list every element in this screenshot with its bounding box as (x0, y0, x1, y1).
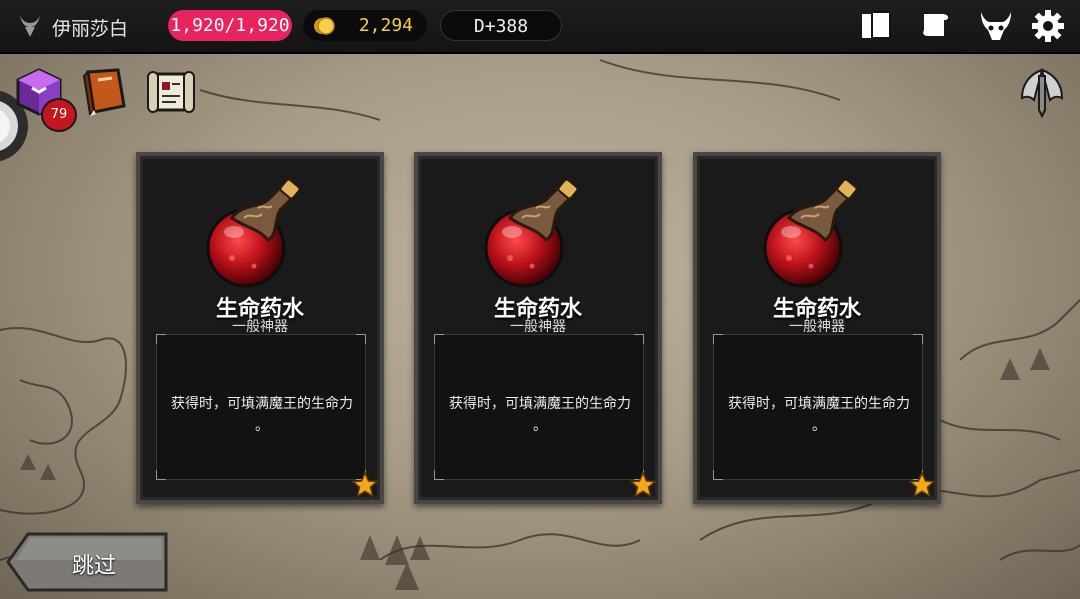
artifact-card[interactable]: 生命药水 一般神器 获得时，可填满魔王的生命力 。 (693, 152, 941, 504)
demon-horns-icon (20, 15, 40, 37)
skip-button-label: 跳过 (72, 554, 117, 579)
star-icon (352, 472, 378, 498)
artifact-description-text: 获得时，可填满魔王的生命力 (449, 396, 631, 412)
artifact-description-text: 获得时，可填满魔王的生命力 (171, 396, 353, 412)
panel-corner (356, 334, 366, 344)
cube-count-badge: 79 (41, 98, 77, 132)
artifact-rarity: 一般神器 (789, 319, 845, 335)
artifact-description-tail: 。 (533, 418, 547, 434)
panel-corner (156, 470, 166, 480)
artifact-description-panel: 获得时，可填满魔王的生命力 。 (713, 334, 923, 480)
settings-gear-icon[interactable] (1030, 8, 1066, 44)
artifact-rarity: 一般神器 (232, 319, 288, 335)
panel-corner (434, 470, 444, 480)
panel-corner (634, 334, 644, 344)
health-potion-icon (763, 178, 858, 288)
spellbook-icon[interactable] (80, 66, 130, 118)
artifact-description: 获得时，可填满魔王的生命力 。 (435, 393, 645, 437)
panel-corner (156, 334, 166, 344)
health-potion-icon (206, 178, 301, 288)
scroll-map-icon[interactable] (918, 8, 954, 44)
artifact-description: 获得时，可填满魔王的生命力 。 (157, 393, 367, 437)
artifact-card[interactable]: 生命药水 一般神器 获得时，可填满魔王的生命力 。 (414, 152, 662, 504)
demon-skull-icon[interactable] (978, 8, 1014, 44)
panel-corner (434, 334, 444, 344)
star-icon (909, 472, 935, 498)
artifact-description: 获得时，可填满魔王的生命力 。 (714, 393, 924, 437)
artifact-description-panel: 获得时，可填满魔王的生命力 。 (434, 334, 644, 480)
artifact-description-tail: 。 (812, 418, 826, 434)
cards-icon[interactable] (858, 8, 894, 44)
star-icon (630, 472, 656, 498)
quest-scroll-icon[interactable] (146, 66, 196, 118)
gold-amount: 2,294 (358, 15, 413, 36)
panel-corner (713, 334, 723, 344)
artifact-rarity: 一般神器 (510, 319, 566, 335)
gold-coin-icon (314, 17, 335, 35)
hp-counter: 1,920/1,920 (168, 10, 292, 41)
panel-corner (713, 470, 723, 480)
artifact-description-panel: 获得时，可填满魔王的生命力 。 (156, 334, 366, 480)
artifact-card[interactable]: 生命药水 一般神器 获得时，可填满魔王的生命力 。 (136, 152, 384, 504)
artifact-description-text: 获得时，可填满魔王的生命力 (728, 396, 910, 412)
top-status-bar: 伊丽莎白 1,920/1,920 2,294 D+388 (0, 0, 1080, 54)
gold-counter: 2,294 (303, 10, 427, 41)
day-counter: D+388 (440, 10, 562, 41)
winged-sword-emblem-icon[interactable] (1016, 66, 1068, 120)
artifact-description-tail: 。 (255, 418, 269, 434)
player-name: 伊丽莎白 (52, 18, 129, 40)
health-potion-icon (484, 178, 579, 288)
panel-corner (913, 334, 923, 344)
